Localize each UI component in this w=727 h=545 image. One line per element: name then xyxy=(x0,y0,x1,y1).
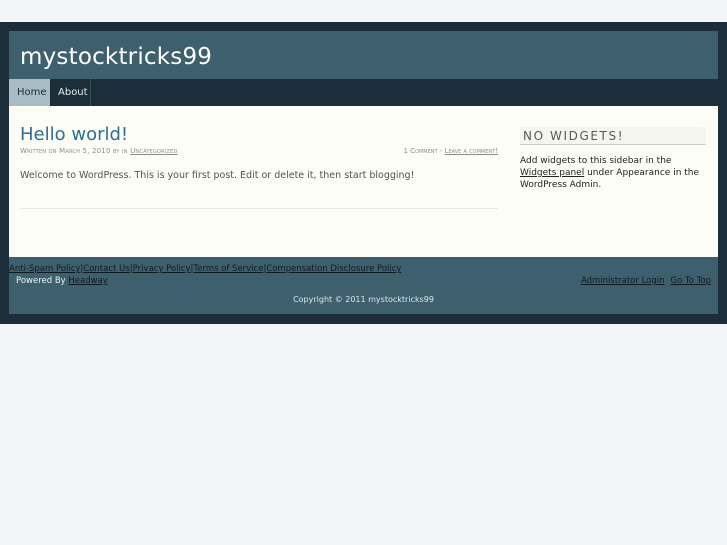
nav-item-about[interactable]: About xyxy=(50,79,91,106)
sidebar-heading: NO WIDGETS! xyxy=(520,127,706,145)
powered-by: Powered By Headway xyxy=(16,276,108,286)
footer-link-compensation[interactable]: Compensation Disclosure Policy xyxy=(266,264,401,274)
post-comments-meta: 1 Comment - Leave a comment! xyxy=(403,147,498,155)
category-link[interactable]: Uncategorized xyxy=(130,147,177,155)
admin-login-link[interactable]: Administrator Login xyxy=(581,276,665,286)
post-title[interactable]: Hello world! xyxy=(20,124,128,145)
footer-link-terms[interactable]: Terms of Service xyxy=(193,264,263,274)
post-date-author: Written on March 5, 2010 by in xyxy=(20,147,128,155)
widgets-panel-link[interactable]: Widgets panel xyxy=(520,168,584,178)
comments-count[interactable]: 1 Comment xyxy=(403,147,437,155)
main-navigation: Home About xyxy=(9,79,718,106)
page-wrapper: mystocktricks99 Home About Hello world! … xyxy=(9,31,718,314)
post-body: Welcome to WordPress. This is your first… xyxy=(20,170,415,181)
footer-admin-links: Administrator Login Go To Top xyxy=(575,276,711,286)
site-header: mystocktricks99 xyxy=(9,31,718,79)
footer-link-contact[interactable]: Contact Us xyxy=(83,264,129,274)
post-meta: Written on March 5, 2010 by in Uncategor… xyxy=(20,147,178,155)
site-footer: Anti-Spam Policy|Contact Us|Privacy Poli… xyxy=(9,257,718,314)
footer-links: Anti-Spam Policy|Contact Us|Privacy Poli… xyxy=(9,264,401,274)
copyright: Copyright © 2011 mystocktricks99 xyxy=(293,295,434,304)
post-divider xyxy=(20,208,498,209)
meta-separator: - xyxy=(437,147,445,155)
nav-item-home[interactable]: Home xyxy=(9,79,50,106)
footer-link-privacy[interactable]: Privacy Policy xyxy=(133,264,191,274)
content-area: Hello world! Written on March 5, 2010 by… xyxy=(9,106,718,257)
sidebar-notice: Add widgets to this sidebar in the Widge… xyxy=(520,155,710,191)
headway-link[interactable]: Headway xyxy=(68,276,107,286)
go-to-top-link[interactable]: Go To Top xyxy=(671,276,711,286)
site-title[interactable]: mystocktricks99 xyxy=(20,44,212,70)
sidebar-text-before: Add widgets to this sidebar in the xyxy=(520,156,672,166)
leave-comment-link[interactable]: Leave a comment! xyxy=(445,147,498,155)
footer-link-anti-spam[interactable]: Anti-Spam Policy xyxy=(9,264,80,274)
powered-by-label: Powered By xyxy=(16,276,69,286)
